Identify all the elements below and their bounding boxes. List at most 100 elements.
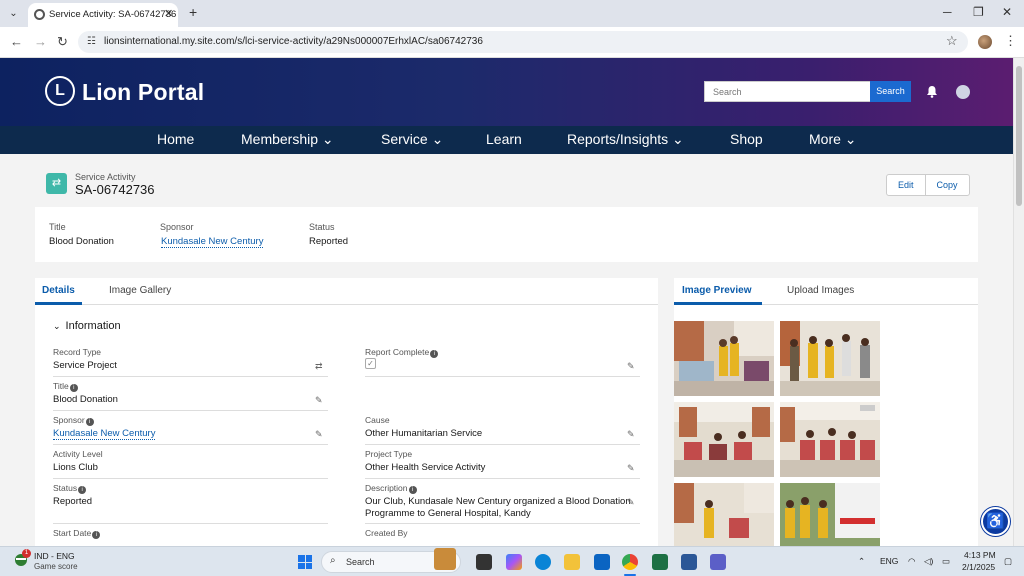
main-navigation: Home Membership ⌄ Service ⌄ Learn Report… [0,126,1013,154]
image-gallery-card: Image Preview Upload Images [674,278,978,548]
taskbar-time[interactable]: 4:13 PM [964,550,996,560]
lions-logo-icon[interactable]: L [45,76,75,106]
widget-title[interactable]: IND - ENG [34,551,75,561]
volume-icon[interactable]: ◁) [924,556,933,567]
nav-shop[interactable]: Shop [730,131,763,147]
forward-icon[interactable]: → [34,34,47,49]
site-logo-text[interactable]: Lion Portal [82,79,204,106]
field-value: Blood Donation [53,394,118,405]
nav-membership[interactable]: Membership ⌄ [241,131,334,148]
battery-icon[interactable]: ▭ [942,556,950,567]
browser-tab-bar: ⌄ Service Activity: SA-06742736 ✕ + ─ ❐ … [0,0,1024,27]
section-title: Information [65,320,121,332]
field-label: Start Date [53,528,92,538]
windows-taskbar: 1 IND - ENG Game score ⌕ Search ⌃ ENG ◠ … [0,546,1024,576]
edit-pencil-icon[interactable]: ✎ [627,429,635,440]
site-search-input[interactable]: Search [704,81,871,102]
gallery-photo[interactable] [674,402,774,477]
reload-icon[interactable]: ↻ [57,34,68,50]
accessibility-icon[interactable]: ♿ [981,507,1010,536]
edit-pencil-icon[interactable]: ✎ [627,361,635,372]
outlook-icon[interactable] [594,554,610,570]
notifications-bell-icon[interactable] [926,85,938,98]
site-search-button[interactable]: Search [870,81,911,102]
back-icon[interactable]: ← [10,34,23,49]
task-view-icon[interactable] [476,554,492,570]
info-icon[interactable]: i [69,384,78,392]
active-tab-indicator [35,302,82,305]
nav-more[interactable]: More ⌄ [809,131,857,148]
gallery-tab-row: Image Preview Upload Images [674,278,978,305]
info-icon[interactable]: i [85,418,94,426]
browser-menu-icon[interactable]: ⋮ [1004,33,1017,49]
edit-pencil-icon[interactable]: ✎ [315,395,323,406]
copilot-icon[interactable] [506,554,522,570]
taskbar-date[interactable]: 2/1/2025 [962,562,995,572]
tab-image-gallery[interactable]: Image Gallery [109,285,171,296]
gallery-photo[interactable] [780,402,880,477]
scrollbar-thumb[interactable] [1016,66,1022,206]
edit-pencil-icon[interactable]: ✎ [627,463,635,474]
information-section-toggle[interactable]: ⌄ Information [53,320,121,332]
info-icon[interactable]: i [92,531,101,539]
field-value: Lions Club [53,462,98,473]
tab-upload-images[interactable]: Upload Images [787,285,854,296]
field-activity-level: Activity Level Lions Club [53,449,328,479]
windows-start-icon[interactable] [298,555,312,569]
url-field[interactable]: ☷ lionsinternational.my.site.com/s/lci-s… [78,31,968,53]
taskbar-search[interactable]: ⌕ Search [321,548,461,573]
record-action-buttons: Edit Copy [886,174,970,196]
report-complete-checkbox[interactable]: ✓ [365,358,376,369]
edit-pencil-icon[interactable]: ✎ [627,497,635,508]
profile-avatar[interactable] [978,35,992,49]
field-status: Status i Reported [53,483,328,524]
copy-button[interactable]: Copy [924,175,969,195]
nav-reports-insights[interactable]: Reports/Insights ⌄ [567,131,684,148]
window-close-icon[interactable]: ✕ [1002,5,1012,19]
widget-subtitle[interactable]: Game score [34,562,78,571]
minimize-icon[interactable]: ─ [943,5,952,19]
change-record-type-icon[interactable]: ⇄ [315,361,323,372]
tab-details[interactable]: Details [42,285,75,296]
language-indicator[interactable]: ENG [880,556,898,566]
gallery-photo[interactable] [674,483,774,548]
highlights-panel: Title Blood Donation Sponsor Kundasale N… [35,207,978,262]
nav-learn[interactable]: Learn [486,131,522,147]
gallery-photo[interactable] [674,321,774,396]
info-icon[interactable]: i [408,486,417,494]
site-info-icon[interactable]: ☷ [87,36,96,47]
tab-list-chevron-icon[interactable]: ⌄ [5,5,22,22]
field-label: Sponsor [53,415,85,425]
file-explorer-icon[interactable] [564,554,580,570]
info-icon[interactable]: i [430,350,439,358]
new-tab-icon[interactable]: + [189,4,197,20]
user-profile-icon[interactable] [956,85,970,99]
highlight-title-label: Title [49,222,66,232]
restore-icon[interactable]: ❐ [973,5,984,19]
wifi-icon[interactable]: ◠ [908,556,915,567]
edit-button[interactable]: Edit [887,175,925,195]
highlight-status-value: Reported [309,236,349,247]
notifications-icon[interactable]: ▢ [1004,556,1012,567]
edge-icon[interactable] [535,554,551,570]
highlight-sponsor-link[interactable]: Kundasale New Century [161,236,264,248]
bookmark-star-icon[interactable]: ☆ [946,33,958,49]
chrome-icon[interactable] [622,554,638,570]
highlight-title-value: Blood Donation [49,236,114,247]
sponsor-link[interactable]: Kundasale New Century [53,428,156,440]
nav-service[interactable]: Service ⌄ [381,131,443,148]
edit-pencil-icon[interactable]: ✎ [315,429,323,440]
nav-home[interactable]: Home [157,131,194,147]
excel-icon[interactable] [652,554,668,570]
tab-close-icon[interactable]: ✕ [164,7,173,20]
word-icon[interactable] [681,554,697,570]
record-name: SA-06742736 [75,182,155,197]
info-icon[interactable]: i [78,486,87,494]
browser-tab[interactable]: Service Activity: SA-06742736 ✕ [28,3,178,27]
gallery-photo[interactable] [780,321,880,396]
tab-image-preview[interactable]: Image Preview [682,285,751,296]
show-hidden-icons-chevron-icon[interactable]: ⌃ [858,556,865,567]
teams-icon[interactable] [710,554,726,570]
page-scrollbar[interactable] [1013,58,1024,546]
gallery-photo[interactable] [780,483,880,548]
